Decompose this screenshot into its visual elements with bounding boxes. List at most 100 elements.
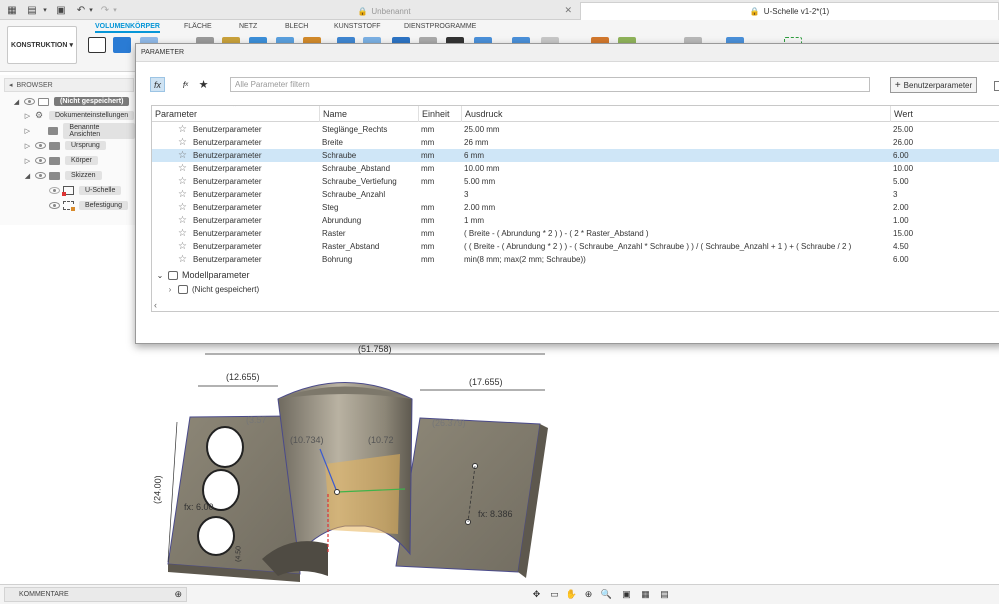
- cell-expression[interactable]: 10.00 mm: [464, 162, 500, 175]
- tab-kunststoff[interactable]: KUNSTSTOFF: [334, 23, 381, 30]
- display-settings-icon[interactable]: ▣: [620, 588, 633, 601]
- chevron-right-icon[interactable]: ▷: [23, 142, 32, 150]
- chevron-right-icon[interactable]: ›: [164, 285, 176, 294]
- column-header-value[interactable]: Wert: [891, 106, 999, 122]
- eye-icon[interactable]: [35, 157, 46, 164]
- star-outline-icon[interactable]: ☆: [178, 123, 187, 136]
- redo-dropdown-icon[interactable]: ▾: [108, 3, 122, 17]
- star-outline-icon[interactable]: ☆: [178, 214, 187, 227]
- browser-item-sketch-u-schelle[interactable]: U-Schelle: [46, 184, 122, 197]
- orbit-icon[interactable]: ✥: [530, 588, 543, 601]
- star-outline-icon[interactable]: ☆: [178, 253, 187, 266]
- table-row[interactable]: ☆ Benutzerparameter Schraube_Abstand mm …: [152, 162, 999, 175]
- cell-name[interactable]: Steglänge_Rechts: [322, 123, 387, 136]
- file-menu-icon[interactable]: ▤: [25, 3, 39, 17]
- dim-right[interactable]: (17.655): [469, 377, 503, 387]
- model-view[interactable]: (51.758) (12.655) (17.655) (24.00) fx: 6…: [0, 344, 999, 584]
- table-row[interactable]: ☆ Benutzerparameter Steglänge_Rechts mm …: [152, 123, 999, 136]
- cell-unit[interactable]: mm: [421, 162, 434, 175]
- dim-overall[interactable]: (51.758): [358, 344, 392, 354]
- zoom-icon[interactable]: ⊕: [582, 588, 595, 601]
- dim-small[interactable]: (4.50: [235, 546, 243, 562]
- cell-unit[interactable]: mm: [421, 201, 434, 214]
- document-tab-unsaved[interactable]: 🔒 Unbenannt ✕: [190, 2, 578, 20]
- sketch-point[interactable]: [334, 489, 340, 495]
- column-header-unit[interactable]: Einheit: [419, 106, 462, 122]
- cell-name[interactable]: Schraube_Vertiefung: [322, 175, 397, 188]
- dim-inner-right[interactable]: (10.72: [368, 435, 394, 445]
- table-row[interactable]: ☆ Benutzerparameter Steg mm 2.00 mm 2.00: [152, 201, 999, 214]
- cell-unit[interactable]: mm: [421, 136, 434, 149]
- close-icon[interactable]: ✕: [564, 5, 572, 16]
- viewports-icon[interactable]: ▤: [658, 588, 671, 601]
- cell-expression[interactable]: ( Breite - ( Abrundung * 2 ) ) - ( 2 * R…: [464, 227, 649, 240]
- chevron-right-icon[interactable]: ▷: [23, 112, 32, 120]
- look-at-icon[interactable]: ▭: [548, 588, 561, 601]
- star-outline-icon[interactable]: ☆: [178, 149, 187, 162]
- cell-expression[interactable]: min(8 mm; max(2 mm; Schraube)): [464, 253, 586, 266]
- workspace-dropdown[interactable]: KONSTRUKTION ▾: [7, 26, 77, 64]
- model-parameters-section[interactable]: ⌄ Modellparameter: [152, 268, 999, 282]
- column-header-name[interactable]: Name: [320, 106, 419, 122]
- dim-partial-b[interactable]: (26.379): [432, 418, 466, 428]
- browser-header[interactable]: ◂ BROWSER: [4, 78, 134, 92]
- extrude-icon[interactable]: [113, 37, 131, 53]
- cell-expression[interactable]: ( ( Breite - ( Abrundung * 2 ) ) - ( Sch…: [464, 240, 851, 253]
- collapse-icon[interactable]: ◂: [9, 81, 13, 89]
- cell-unit[interactable]: mm: [421, 253, 434, 266]
- cell-name[interactable]: Steg: [322, 201, 338, 214]
- tab-dienstprogramme[interactable]: DIENSTPROGRAMME: [404, 23, 476, 30]
- undo-dropdown-icon[interactable]: ▾: [84, 3, 98, 17]
- dim-height[interactable]: (24.00): [152, 475, 163, 504]
- browser-item-origin[interactable]: ▷ Ursprung: [23, 139, 106, 152]
- table-row[interactable]: ☆ Benutzerparameter Breite mm 26 mm 26.0…: [152, 136, 999, 149]
- cell-expression[interactable]: 6 mm: [464, 149, 484, 162]
- chevron-down-icon[interactable]: ⌄: [154, 271, 166, 280]
- add-user-parameter-button[interactable]: + Benutzerparameter: [890, 77, 977, 93]
- cell-expression[interactable]: 5.00 mm: [464, 175, 495, 188]
- pan-icon[interactable]: ✋: [565, 588, 578, 601]
- cell-unit[interactable]: mm: [421, 214, 434, 227]
- add-comment-icon[interactable]: ⊕: [174, 589, 182, 600]
- cell-unit[interactable]: mm: [421, 149, 434, 162]
- cell-unit[interactable]: mm: [421, 240, 434, 253]
- table-row[interactable]: ☆ Benutzerparameter Abrundung mm 1 mm 1.…: [152, 214, 999, 227]
- document-tab-active[interactable]: 🔒 U-Schelle v1-2*(1): [580, 2, 999, 20]
- cell-name[interactable]: Breite: [322, 136, 343, 149]
- file-dropdown-icon[interactable]: ▾: [38, 3, 52, 17]
- dim-hole[interactable]: fx: 6.00: [184, 502, 214, 512]
- star-outline-icon[interactable]: ☆: [178, 188, 187, 201]
- dim-left[interactable]: (12.655): [226, 372, 260, 382]
- column-header-expression[interactable]: Ausdruck: [462, 106, 891, 122]
- star-outline-icon[interactable]: ☆: [178, 201, 187, 214]
- chevron-down-icon[interactable]: ◢: [23, 172, 32, 180]
- table-row[interactable]: ☆ Benutzerparameter Raster mm ( Breite -…: [152, 227, 999, 240]
- chevron-right-icon[interactable]: ▷: [23, 127, 32, 135]
- cell-name[interactable]: Raster: [322, 227, 346, 240]
- dim-partial-a[interactable]: (3.57: [246, 415, 267, 425]
- cell-name[interactable]: Raster_Abstand: [322, 240, 379, 253]
- eye-icon[interactable]: [49, 202, 60, 209]
- comments-panel[interactable]: KOMMENTARE ⊕: [4, 587, 187, 602]
- fx-filter-icon[interactable]: fx: [150, 77, 165, 92]
- star-outline-icon[interactable]: ☆: [178, 240, 187, 253]
- browser-item-named-views[interactable]: ▷ Benannte Ansichten: [23, 122, 135, 139]
- tab-blech[interactable]: BLECH: [285, 23, 308, 30]
- table-row[interactable]: ☆ Benutzerparameter Raster_Abstand mm ( …: [152, 240, 999, 253]
- eye-icon[interactable]: [35, 142, 46, 149]
- 3d-viewport[interactable]: (51.758) (12.655) (17.655) (24.00) fx: 6…: [0, 344, 999, 584]
- browser-item-settings[interactable]: ▷ ⚙ Dokumenteinstellungen: [23, 109, 135, 122]
- browser-item-sketch-befestigung[interactable]: Befestigung: [46, 199, 128, 212]
- grid-settings-icon[interactable]: ▦: [639, 588, 652, 601]
- cell-unit[interactable]: mm: [421, 175, 434, 188]
- cell-unit[interactable]: mm: [421, 227, 434, 240]
- cell-name[interactable]: Schraube_Abstand: [322, 162, 390, 175]
- star-outline-icon[interactable]: ☆: [178, 175, 187, 188]
- fx-used-icon[interactable]: fx: [178, 77, 193, 92]
- scroll-left-icon[interactable]: ‹: [154, 300, 157, 310]
- table-row[interactable]: ☆ Benutzerparameter Schraube_Anzahl 3 3: [152, 188, 999, 201]
- right-flange[interactable]: [395, 417, 541, 573]
- browser-item-bodies[interactable]: ▷ Körper: [23, 154, 99, 167]
- checkbox-icon[interactable]: [994, 81, 999, 91]
- eye-icon[interactable]: [49, 187, 60, 194]
